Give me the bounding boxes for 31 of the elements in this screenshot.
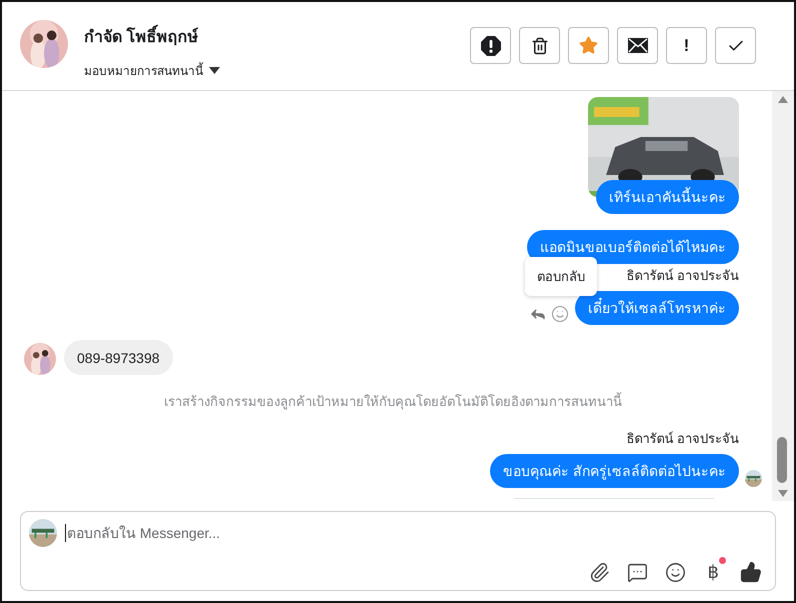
like-button[interactable] [739,560,763,584]
chat-icon [626,562,648,582]
delete-button[interactable] [519,27,560,64]
currency-button[interactable]: ฿ [701,560,725,584]
caret-icon [209,67,220,74]
star-button[interactable] [568,27,609,64]
assign-dropdown[interactable]: มอบหมายการสนทนานี้ [84,61,220,80]
system-message: เราสร้างกิจกรรมของลูกค้าเป้าหมายให้กับคุณโดยอัตโนมัติโดยอิงตามการสนทนานี้ [164,391,622,412]
message-bubble: เดี๋ยวให้เซลล์โทรหาค่ะ [575,291,739,325]
message-bubble: 089-8973398 [64,340,173,375]
message-bubble: ขอบคุณค่ะ สักครู่เซลล์ติดต่อไปนะคะ [490,454,739,488]
like-icon [740,561,762,583]
emoji-icon [664,562,686,582]
alert-icon [480,34,502,56]
message-bubble: เทิร์นเอาคันนี้นะคะ [596,180,739,214]
emoji-icon[interactable] [551,305,569,323]
contact-name: กำจัด โพธิ์พฤกษ์ [84,24,470,49]
reply-tooltip: ตอบกลับ [525,257,597,296]
text-button[interactable]: ! [666,27,707,64]
scrollbar[interactable] [772,91,794,501]
message-bubble: แอดมินขอเบอร์ติดต่อได้ไหมคะ [527,230,739,264]
attach-icon [588,562,610,582]
mail-icon [628,38,648,53]
reply-input[interactable]: ตอบกลับใน Messenger... [65,524,763,542]
delete-icon [530,36,548,54]
done-button[interactable] [715,27,756,64]
mail-button[interactable] [617,27,658,64]
sender-name: ธิดารัตน์ อาจประจัน [626,267,739,285]
sender-name: ธิดารัตน์ อาจประจัน [626,430,739,448]
report-button[interactable] [470,27,511,64]
emoji-button[interactable] [663,560,687,584]
